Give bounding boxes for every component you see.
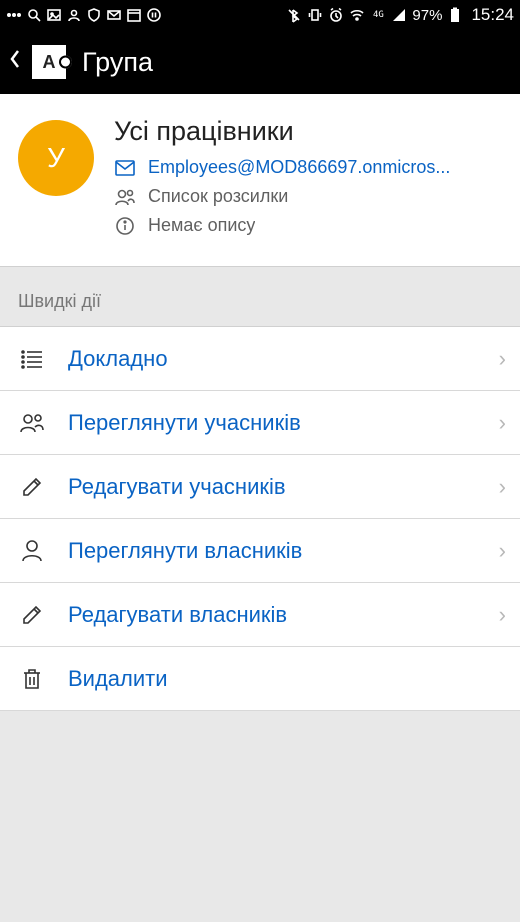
page-title: Група <box>82 47 153 78</box>
app-bar: A Група <box>0 30 520 94</box>
action-view-members[interactable]: Переглянути учасників › <box>0 391 520 455</box>
app-logo-icon: A <box>32 45 66 79</box>
back-icon[interactable] <box>8 47 22 77</box>
clock: 15:24 <box>471 5 514 25</box>
action-edit-members-label: Редагувати учасників <box>68 474 477 500</box>
action-details[interactable]: Докладно › <box>0 327 520 391</box>
chevron-right-icon: › <box>499 474 506 500</box>
info-icon <box>114 216 136 236</box>
shield-icon <box>86 7 102 23</box>
action-view-owners-label: Переглянути власників <box>68 538 477 564</box>
calendar-icon <box>126 7 142 23</box>
group-email-row[interactable]: Employees@MOD866697.onmicros... <box>114 157 502 178</box>
pencil-icon <box>18 603 46 627</box>
action-edit-members[interactable]: Редагувати учасників › <box>0 455 520 519</box>
person-icon <box>18 539 46 563</box>
battery-icon <box>447 7 463 23</box>
details-icon <box>18 348 46 370</box>
status-left <box>6 7 162 23</box>
action-delete[interactable]: Видалити <box>0 647 520 711</box>
group-description: Немає опису <box>148 215 255 236</box>
image-icon <box>46 7 62 23</box>
status-bar: 4G 97% 15:24 <box>0 0 520 30</box>
vibrate-icon <box>307 7 323 23</box>
group-card: У Усі працівники Employees@MOD866697.onm… <box>0 94 520 267</box>
bluetooth-off-icon <box>286 7 302 23</box>
search-icon <box>26 7 42 23</box>
mail-icon <box>114 160 136 176</box>
chevron-right-icon: › <box>499 602 506 628</box>
action-edit-owners[interactable]: Редагувати власників › <box>0 583 520 647</box>
group-type-row: Список розсилки <box>114 186 502 207</box>
chevron-right-icon: › <box>499 346 506 372</box>
network-4g-icon: 4G <box>370 7 386 23</box>
group-email: Employees@MOD866697.onmicros... <box>148 157 450 178</box>
action-edit-owners-label: Редагувати власників <box>68 602 477 628</box>
action-delete-label: Видалити <box>68 666 506 692</box>
pause-icon <box>146 7 162 23</box>
signal-icon <box>391 7 407 23</box>
chevron-right-icon: › <box>499 410 506 436</box>
quick-actions-list: Докладно › Переглянути учасників › Редаг… <box>0 326 520 711</box>
status-right: 4G 97% 15:24 <box>286 5 514 25</box>
menu-dots-icon <box>6 7 22 23</box>
group-name: Усі працівники <box>114 116 502 147</box>
action-view-members-label: Переглянути учасників <box>68 410 477 436</box>
person-icon <box>66 7 82 23</box>
wifi-icon <box>349 7 365 23</box>
action-view-owners[interactable]: Переглянути власників › <box>0 519 520 583</box>
trash-icon <box>18 667 46 691</box>
avatar: У <box>18 120 94 196</box>
quick-actions-header: Швидкі дії <box>0 267 520 326</box>
people-icon <box>114 188 136 206</box>
people-icon <box>18 412 46 434</box>
alarm-icon <box>328 7 344 23</box>
mail-icon <box>106 7 122 23</box>
battery-percent: 97% <box>412 7 442 24</box>
group-type: Список розсилки <box>148 186 288 207</box>
chevron-right-icon: › <box>499 538 506 564</box>
group-description-row: Немає опису <box>114 215 502 236</box>
pencil-icon <box>18 475 46 499</box>
action-details-label: Докладно <box>68 346 477 372</box>
avatar-letter: У <box>47 142 65 174</box>
